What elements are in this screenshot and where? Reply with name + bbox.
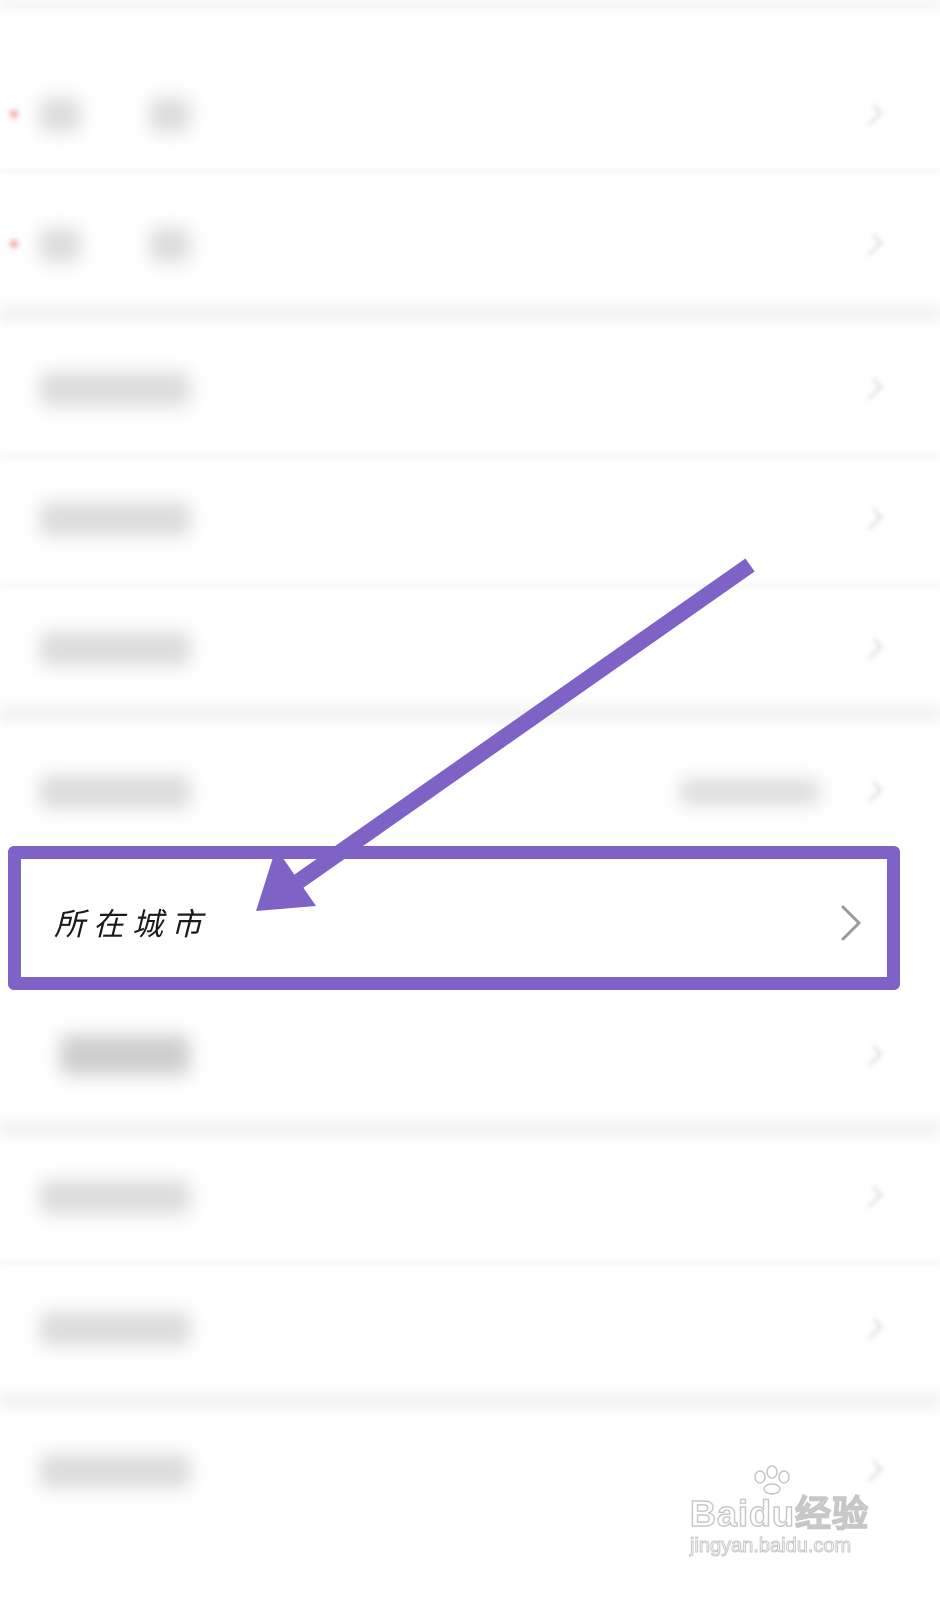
list-item[interactable] bbox=[0, 1005, 940, 1105]
watermark-brand: Baidu经验 bbox=[689, 1492, 870, 1534]
list-item-label bbox=[40, 228, 80, 262]
list-item-label bbox=[40, 775, 190, 809]
chevron-right-icon bbox=[861, 1186, 883, 1208]
required-dot bbox=[10, 110, 18, 118]
list-item-label bbox=[60, 1035, 190, 1075]
baidu-jingyan-watermark: Baidu经验 jingyan.baidu.com bbox=[689, 1465, 880, 1575]
city-row-label: 所在城市 bbox=[54, 907, 210, 943]
list-item[interactable] bbox=[0, 1280, 940, 1380]
chevron-right-icon bbox=[841, 905, 861, 941]
chevron-right-icon bbox=[861, 104, 883, 126]
list-item[interactable] bbox=[0, 1150, 940, 1250]
list-item-label bbox=[150, 228, 190, 262]
list-item-label bbox=[40, 502, 190, 536]
list-item[interactable] bbox=[0, 600, 940, 700]
chevron-right-icon bbox=[861, 781, 883, 803]
list-item[interactable] bbox=[0, 340, 940, 440]
list-item-label bbox=[150, 98, 190, 132]
divider bbox=[0, 1262, 940, 1264]
watermark-url: jingyan.baidu.com bbox=[689, 1535, 852, 1558]
divider bbox=[0, 170, 940, 172]
list-item[interactable] bbox=[0, 200, 940, 295]
chevron-right-icon bbox=[861, 508, 883, 530]
chevron-right-icon bbox=[861, 378, 883, 400]
list-item[interactable] bbox=[0, 70, 940, 165]
list-item-label bbox=[40, 372, 190, 406]
section-gap bbox=[0, 1120, 940, 1138]
section-gap bbox=[0, 705, 940, 723]
list-item-value bbox=[680, 779, 820, 805]
list-item[interactable] bbox=[0, 470, 940, 570]
list-item-label bbox=[40, 1312, 190, 1346]
profile-settings-page: 所在城市 Baidu经验 jingyan.baidu.com bbox=[0, 0, 940, 1600]
section-gap bbox=[0, 1392, 940, 1410]
list-item-label bbox=[40, 1180, 190, 1214]
chevron-right-icon bbox=[861, 638, 883, 660]
chevron-right-icon bbox=[861, 1045, 883, 1067]
section-gap bbox=[0, 305, 940, 323]
list-item-label bbox=[40, 632, 190, 666]
top-edge bbox=[0, 0, 940, 10]
chevron-right-icon bbox=[861, 1318, 883, 1340]
divider bbox=[0, 585, 940, 587]
list-item-label bbox=[40, 98, 80, 132]
city-row[interactable]: 所在城市 bbox=[8, 846, 900, 990]
required-dot bbox=[10, 240, 18, 248]
divider bbox=[0, 455, 940, 457]
list-item-label bbox=[40, 1454, 190, 1488]
chevron-right-icon bbox=[861, 234, 883, 256]
list-item[interactable] bbox=[0, 745, 940, 840]
